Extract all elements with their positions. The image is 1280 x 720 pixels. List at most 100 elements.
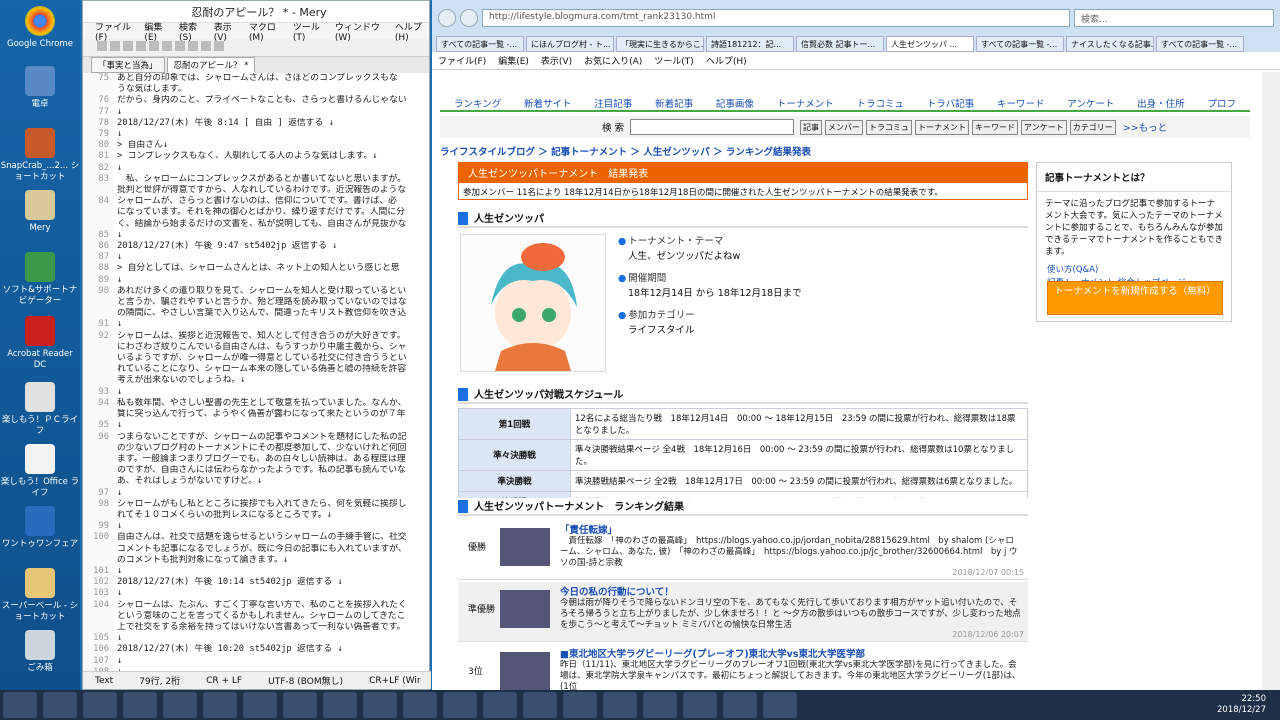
rank-title[interactable]: 今日の私の行動について！	[560, 584, 674, 598]
new-icon[interactable]	[97, 41, 107, 51]
browser-tab[interactable]: 詩語181212：記...	[706, 36, 794, 52]
search-type-button[interactable]: トラコミュ	[866, 119, 913, 135]
desktop-icon-recycle[interactable]: ごみ箱	[0, 630, 80, 674]
menu-view[interactable]: 表示(V)	[214, 20, 240, 43]
menu-tool[interactable]: ツール(T)	[293, 20, 326, 43]
browser-menu-item[interactable]: ファイル(F)	[438, 54, 486, 67]
browser-tab[interactable]: すべての記事一覧 -...	[976, 36, 1064, 52]
ie-icon[interactable]	[83, 692, 117, 718]
menu-file[interactable]: ファイル(F)	[95, 20, 135, 43]
side-link-howto[interactable]: 使い方(Q&A)	[1037, 264, 1231, 277]
taskbar-app-icon[interactable]	[603, 692, 637, 718]
site-nav-item[interactable]: 新着サイト	[524, 96, 572, 110]
back-icon[interactable]	[438, 9, 456, 27]
desktop-icon-superbale[interactable]: スーパーベール - ショートカット	[0, 568, 80, 623]
site-nav-item[interactable]: トーナメント	[777, 96, 834, 110]
desktop-icon-calc[interactable]: 電卓	[0, 66, 80, 110]
create-tournament-button[interactable]: トーナメントを新規作成する（無料）	[1047, 281, 1223, 315]
desktop-icon-mery[interactable]: Mery	[0, 190, 80, 234]
browser-search[interactable]: 検索...	[1074, 9, 1274, 27]
print-icon[interactable]	[136, 41, 146, 51]
site-nav-item[interactable]: 記事画像	[716, 96, 754, 110]
taskbar-app-icon[interactable]	[723, 692, 757, 718]
taskbar-app-icon[interactable]	[523, 692, 557, 718]
rank-title[interactable]: 「責任転嫁」	[560, 522, 617, 536]
browser-tab[interactable]: ナイスしたくなる記事...	[1066, 36, 1154, 52]
breadcrumb[interactable]: ライフスタイルブログ ＞ 記事トーナメント ＞ 人生ゼンツッパ ＞ ランキング結…	[440, 144, 811, 158]
desktop-icon-onetoone[interactable]: ワントゥワンフェア	[0, 506, 80, 550]
desktop-icon-softnavi[interactable]: ソフト&サポートナビゲーター	[0, 252, 80, 307]
mery-tab[interactable]: 「事実と当為」	[91, 57, 165, 73]
site-nav-item[interactable]: 出身・住所	[1137, 96, 1185, 110]
more-link[interactable]: >>もっと	[1123, 120, 1167, 134]
browser-tab[interactable]: 人生ゼンツッパ ...	[886, 36, 974, 52]
menu-edit[interactable]: 編集(E)	[144, 20, 170, 43]
mery-tab-active[interactable]: 忍耐のアピール？ *	[166, 57, 256, 73]
search-type-button[interactable]: カテゴリー	[1069, 119, 1116, 135]
site-nav-item[interactable]: 新着記事	[655, 96, 693, 110]
undo-icon[interactable]	[188, 41, 198, 51]
menu-macro[interactable]: マクロ(M)	[249, 20, 284, 43]
excel-icon[interactable]	[363, 692, 397, 718]
site-nav-item[interactable]: トラコミュ	[856, 96, 904, 110]
browser-menu-item[interactable]: お気に入り(A)	[584, 54, 642, 67]
browser-menu-item[interactable]: 編集(E)	[498, 54, 529, 67]
taskbar-app-icon[interactable]	[43, 692, 77, 718]
browser-tab[interactable]: すべての記事一覧 -...	[1156, 36, 1244, 52]
desktop-icon-snapcrab[interactable]: SnapCrab_...2... ショートカット	[0, 128, 80, 183]
site-nav-item[interactable]: ランキング	[454, 96, 501, 110]
address-bar[interactable]: http://lifestyle.blogmura.com/tmt_rank23…	[482, 9, 1070, 27]
open-icon[interactable]	[110, 41, 120, 51]
taskbar-app-icon[interactable]	[323, 692, 357, 718]
desktop-icon-pclife[interactable]: 楽しもう！ＰＣライフ	[0, 382, 80, 437]
taskbar-app-icon[interactable]	[443, 692, 477, 718]
desktop-icon-acrobat[interactable]: Acrobat Reader DC	[0, 316, 80, 371]
browser-tab[interactable]: 「現実に生きるからこ...	[616, 36, 704, 52]
browser-tab[interactable]: 信賢必数 記事トー...	[796, 36, 884, 52]
taskbar-app-icon[interactable]	[683, 692, 717, 718]
taskbar-app-icon[interactable]	[163, 692, 197, 718]
site-nav-item[interactable]: 注目記事	[594, 96, 632, 110]
menu-search[interactable]: 検索(S)	[179, 20, 205, 43]
site-nav-item[interactable]: トラバ記事	[927, 96, 974, 110]
page-scrollbar[interactable]	[1262, 72, 1280, 690]
find-icon[interactable]	[214, 41, 224, 51]
word-icon[interactable]	[403, 692, 437, 718]
browser-menu-item[interactable]: ツール(T)	[654, 54, 694, 67]
copy-icon[interactable]	[162, 41, 172, 51]
menu-help[interactable]: ヘルプ(H)	[395, 20, 429, 43]
browser-menu-item[interactable]: 表示(V)	[541, 54, 572, 67]
site-nav-item[interactable]: アンケート	[1067, 96, 1114, 110]
search-type-button[interactable]: アンケート	[1021, 119, 1067, 135]
paste-icon[interactable]	[175, 41, 185, 51]
desktop-icon-officelife[interactable]: 楽しもう！Office ライフ	[0, 444, 80, 499]
rank-title[interactable]: ■東北地区大学ラグビーリーグ(プレーオフ)東北大学vs東北大学医学部	[560, 646, 865, 660]
site-search-input[interactable]	[630, 119, 795, 135]
taskbar-app-icon[interactable]	[763, 692, 797, 718]
cut-icon[interactable]	[149, 41, 159, 51]
search-type-button[interactable]: 記事	[800, 119, 823, 135]
chrome-taskbar-icon[interactable]	[643, 692, 677, 718]
search-type-button[interactable]: メンバー	[825, 119, 864, 135]
search-type-button[interactable]: キーワード	[972, 119, 1019, 135]
taskbar-app-icon[interactable]	[123, 692, 157, 718]
search-type-button[interactable]: トーナメント	[915, 119, 970, 135]
taskbar-app-icon[interactable]	[283, 692, 317, 718]
taskbar-app-icon[interactable]	[563, 692, 597, 718]
browser-tab[interactable]: にほんブログ村 - ト...	[526, 36, 614, 52]
outlook-icon[interactable]	[203, 692, 237, 718]
system-clock[interactable]: 22:50 2018/12/27	[1217, 694, 1266, 716]
forward-icon[interactable]	[460, 9, 478, 27]
redo-icon[interactable]	[201, 41, 211, 51]
browser-tab[interactable]: すべての記事一覧 -...	[436, 36, 524, 52]
site-nav-item[interactable]: プロフ	[1207, 96, 1236, 110]
start-icon[interactable]	[3, 692, 37, 718]
site-nav-item[interactable]: キーワード	[997, 96, 1045, 110]
save-icon[interactable]	[123, 41, 133, 51]
desktop-icon-chrome[interactable]: Google Chrome	[0, 6, 80, 50]
menu-window[interactable]: ウィンドウ(W)	[335, 20, 386, 43]
taskbar-app-icon[interactable]	[483, 692, 517, 718]
browser-menu-item[interactable]: ヘルプ(H)	[706, 54, 747, 67]
taskbar-app-icon[interactable]	[243, 692, 277, 718]
mery-editor[interactable]: 75 あと自分の印象では、シャロームさんは、さほどのコンプレックスもな うな気はしま…	[83, 73, 431, 671]
